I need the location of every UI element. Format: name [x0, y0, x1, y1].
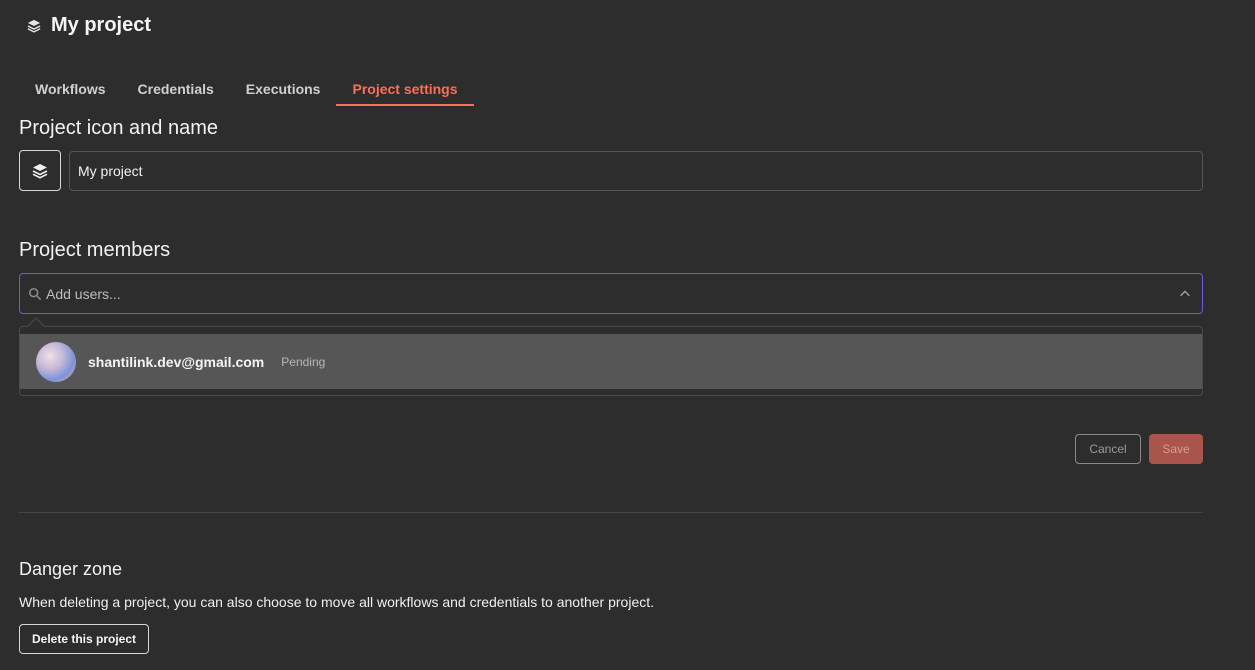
- save-button[interactable]: Save: [1149, 434, 1203, 464]
- add-users-placeholder: Add users...: [46, 285, 121, 302]
- project-name-input[interactable]: My project: [69, 151, 1203, 191]
- user-option[interactable]: shantilink.dev@gmail.com Pending: [20, 334, 1202, 389]
- chevron-up-icon[interactable]: [1178, 287, 1192, 301]
- dropdown-arrow: [27, 317, 45, 335]
- tab-executions[interactable]: Executions: [230, 72, 337, 106]
- layers-icon: [32, 163, 48, 179]
- tab-credentials[interactable]: Credentials: [122, 72, 230, 106]
- project-icon-button[interactable]: [19, 150, 61, 191]
- user-email: shantilink.dev@gmail.com: [88, 353, 265, 370]
- tab-project-settings[interactable]: Project settings: [336, 72, 474, 106]
- search-icon: [28, 287, 42, 301]
- tab-bar: Workflows Credentials Executions Project…: [19, 72, 474, 106]
- add-users-select[interactable]: Add users...: [19, 273, 1203, 314]
- delete-project-button[interactable]: Delete this project: [19, 624, 149, 654]
- users-dropdown: shantilink.dev@gmail.com Pending: [19, 317, 1203, 396]
- layers-icon: [27, 19, 41, 33]
- danger-zone-heading: Danger zone: [19, 559, 123, 579]
- project-icon-name-heading: Project icon and name: [19, 117, 219, 139]
- page-header: My project: [27, 14, 151, 37]
- avatar: [36, 341, 76, 382]
- divider: [19, 512, 1203, 513]
- page-title: My project: [51, 14, 152, 36]
- tab-workflows[interactable]: Workflows: [19, 72, 122, 106]
- status-badge: Pending: [281, 354, 326, 369]
- danger-zone-description: When deleting a project, you can also ch…: [19, 594, 655, 610]
- project-members-heading: Project members: [19, 239, 171, 261]
- cancel-button[interactable]: Cancel: [1075, 434, 1141, 464]
